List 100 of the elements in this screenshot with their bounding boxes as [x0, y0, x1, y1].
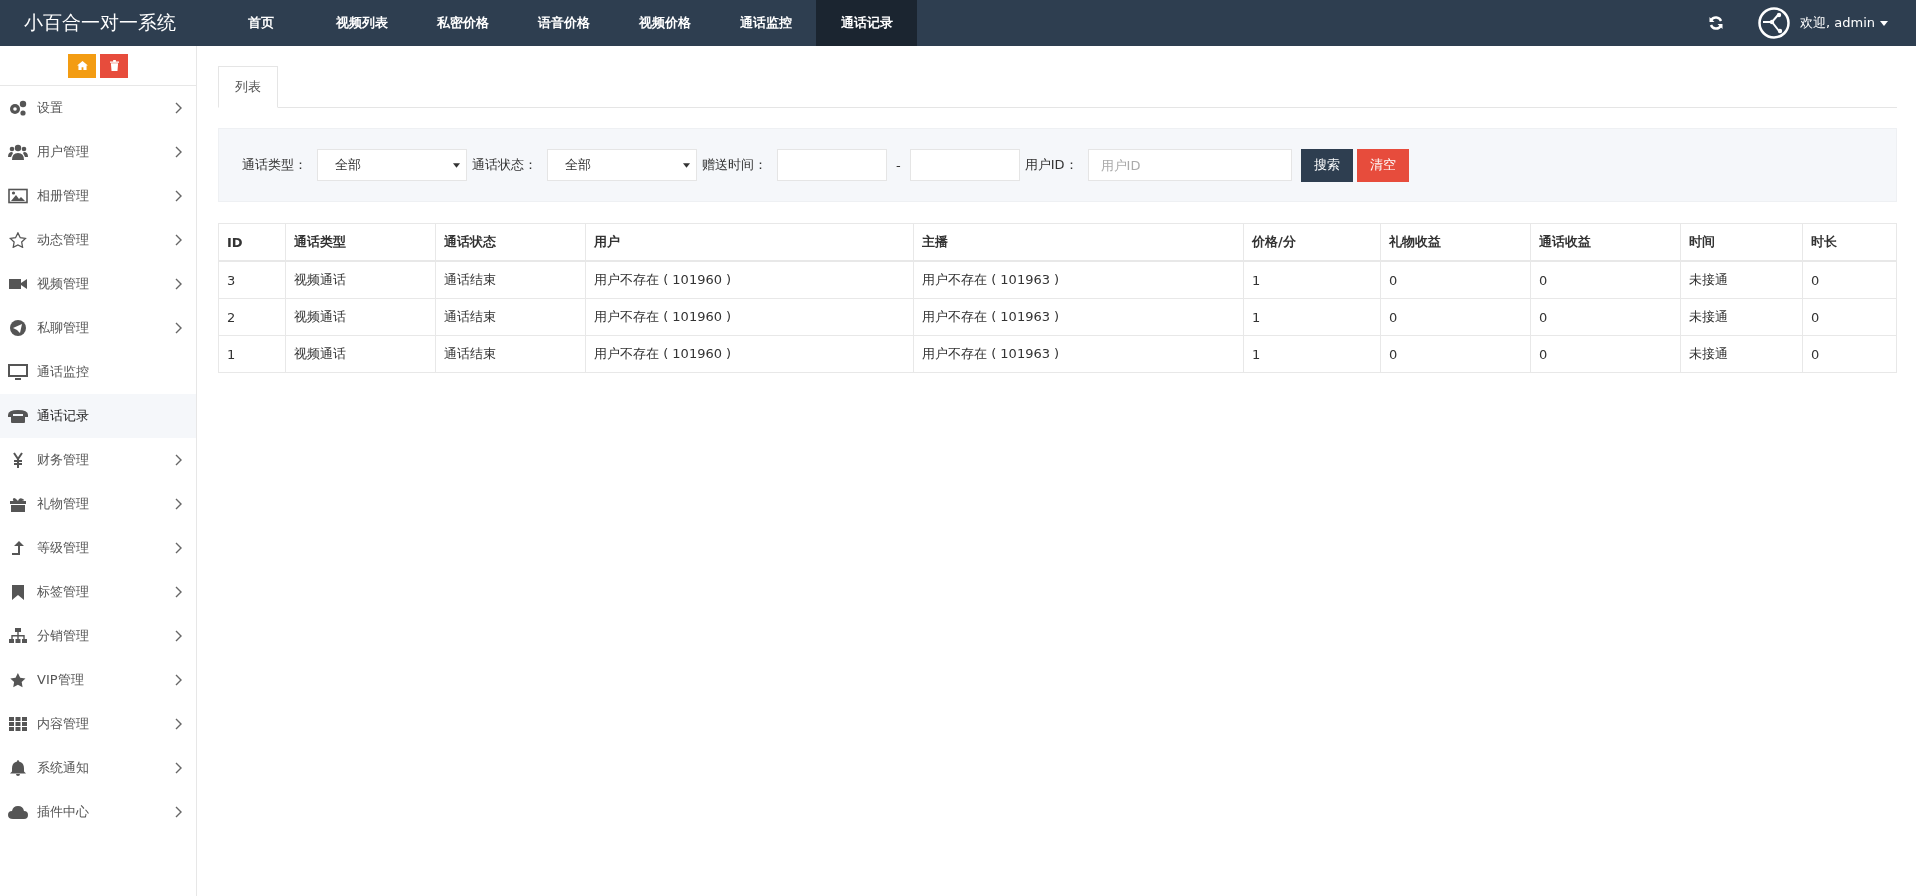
video-camera-icon	[8, 276, 28, 292]
table-cell: 视频通话	[285, 261, 436, 299]
sidebar-item[interactable]: 分销管理	[0, 614, 196, 658]
sidebar-item[interactable]: 插件中心	[0, 790, 196, 834]
nav-tab[interactable]: 首页	[210, 0, 311, 46]
table-cell: 1	[1243, 335, 1381, 373]
user-menu[interactable]: 欢迎, admin	[1800, 14, 1888, 32]
trash-icon	[109, 60, 119, 71]
column-header: 通话状态	[435, 223, 586, 261]
nav-tab[interactable]: 语音价格	[513, 0, 614, 46]
column-header: 主播	[913, 223, 1244, 261]
sidebar-item[interactable]: 礼物管理	[0, 482, 196, 526]
caret-icon	[453, 162, 460, 168]
caret-icon	[683, 162, 690, 168]
table-cell: 0	[1802, 298, 1897, 336]
table-cell: 1	[1243, 298, 1381, 336]
nav-tab[interactable]: 通话监控	[715, 0, 816, 46]
table-cell: 视频通话	[285, 335, 436, 373]
column-header: 用户	[585, 223, 914, 261]
refresh-icon[interactable]	[1708, 15, 1724, 31]
delete-button[interactable]	[100, 53, 128, 78]
gears-icon	[8, 100, 28, 116]
sidebar-item[interactable]: 财务管理	[0, 438, 196, 482]
nav-tab[interactable]: 通话记录	[816, 0, 917, 46]
nav-tab[interactable]: 视频列表	[311, 0, 412, 46]
star-icon	[8, 672, 28, 688]
image-icon	[8, 188, 28, 204]
table-cell: 未接通	[1680, 335, 1803, 373]
column-header: 通话类型	[285, 223, 436, 261]
nav-tab[interactable]: 视频价格	[614, 0, 715, 46]
sidebar-item[interactable]: 用户管理	[0, 130, 196, 174]
table-cell: 0	[1380, 335, 1531, 373]
filter-button[interactable]: 搜索	[1300, 148, 1353, 182]
sidebar-item[interactable]: 视频管理	[0, 262, 196, 306]
end-date-field[interactable]	[909, 149, 1020, 181]
range-separator: -	[896, 157, 901, 173]
home-icon	[76, 61, 88, 70]
sidebar-item[interactable]: 等级管理	[0, 526, 196, 570]
filter-button[interactable]: 清空	[1356, 148, 1409, 182]
home-button[interactable]	[68, 53, 96, 78]
avatar-icon[interactable]	[1758, 7, 1790, 39]
column-header: 礼物收益	[1380, 223, 1531, 261]
grid-icon	[8, 716, 28, 732]
table-cell: 0	[1530, 335, 1681, 373]
sidebar-item[interactable]: 私聊管理	[0, 306, 196, 350]
sitemap-icon	[8, 628, 28, 644]
sidebar-item[interactable]: 内容管理	[0, 702, 196, 746]
table-cell: 用户不存在 ( 101960 )	[585, 261, 914, 299]
filter-label: 通话类型：	[242, 156, 307, 174]
sidebar-item[interactable]: 通话记录	[0, 394, 196, 438]
filter-label: 赠送时间：	[702, 156, 767, 174]
table-cell: 通话结束	[435, 298, 586, 336]
table-cell: 用户不存在 ( 101963 )	[913, 261, 1244, 299]
column-header: 价格/分	[1243, 223, 1381, 261]
table-cell: 未接通	[1680, 261, 1803, 299]
caret-icon	[1880, 20, 1888, 26]
tab[interactable]: 列表	[218, 66, 278, 108]
table-cell: 0	[1530, 298, 1681, 336]
sidebar-item[interactable]: VIP管理	[0, 658, 196, 702]
table-cell: 0	[1380, 298, 1531, 336]
sidebar-item[interactable]: 设置	[0, 86, 196, 130]
paper-plane-icon	[8, 320, 28, 336]
table-cell: 用户不存在 ( 101960 )	[585, 298, 914, 336]
sidebar-item[interactable]: 标签管理	[0, 570, 196, 614]
nav-tab[interactable]: 私密价格	[412, 0, 513, 46]
column-header: ID	[218, 223, 286, 261]
monitor-icon	[8, 364, 28, 380]
table-cell: 通话结束	[435, 335, 586, 373]
table-cell: 用户不存在 ( 101963 )	[913, 335, 1244, 373]
column-header: 时长	[1802, 223, 1897, 261]
table-cell: 1	[1243, 261, 1381, 299]
call-status-select[interactable]: 全部	[547, 149, 697, 181]
sidebar-item[interactable]: 通话监控	[0, 350, 196, 394]
filter-label: 用户ID：	[1024, 156, 1078, 174]
table-cell: 用户不存在 ( 101960 )	[585, 335, 914, 373]
gift-icon	[8, 496, 28, 512]
phone-icon	[8, 408, 28, 424]
start-date-field[interactable]	[777, 149, 887, 181]
table-cell: 2	[218, 298, 286, 336]
table-cell: 通话结束	[435, 261, 586, 299]
column-header: 通话收益	[1530, 223, 1681, 261]
table-cell: 0	[1802, 335, 1897, 373]
table-cell: 1	[218, 335, 286, 373]
sidebar-item[interactable]: 系统通知	[0, 746, 196, 790]
star-outline-icon	[8, 232, 28, 248]
user-id-field[interactable]: 用户ID	[1087, 149, 1292, 181]
bell-icon	[8, 760, 28, 776]
call-type-select[interactable]: 全部	[317, 149, 467, 181]
sidebar-item[interactable]: 相册管理	[0, 174, 196, 218]
table-cell: 0	[1530, 261, 1681, 299]
users-icon	[8, 144, 28, 160]
table-cell: 用户不存在 ( 101963 )	[913, 298, 1244, 336]
sidebar-item[interactable]: 动态管理	[0, 218, 196, 262]
filter-label: 通话状态：	[472, 156, 537, 174]
column-header: 时间	[1680, 223, 1803, 261]
table-cell: 视频通话	[285, 298, 436, 336]
table-cell: 未接通	[1680, 298, 1803, 336]
table-cell: 3	[218, 261, 286, 299]
table-cell: 0	[1380, 261, 1531, 299]
brand-title: 小百合一对一系统	[23, 10, 177, 35]
